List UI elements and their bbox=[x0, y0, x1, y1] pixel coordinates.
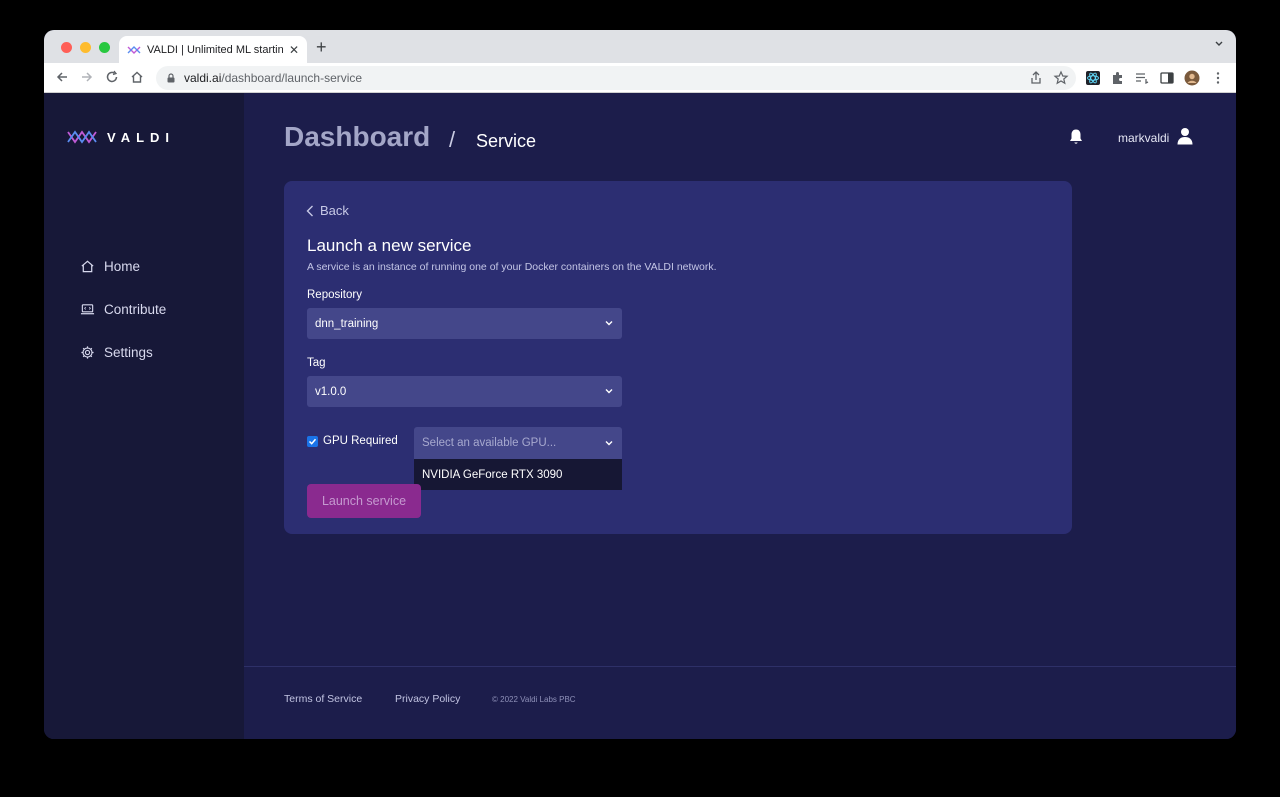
url-host: valdi.ai bbox=[184, 71, 222, 85]
reading-list-icon[interactable] bbox=[1134, 70, 1150, 86]
launch-service-button[interactable]: Launch service bbox=[307, 484, 421, 518]
form-description: A service is an instance of running one … bbox=[307, 261, 717, 273]
launch-service-card: Back Launch a new service A service is a… bbox=[284, 181, 1072, 534]
lock-icon bbox=[167, 73, 175, 83]
bookmark-star-icon[interactable] bbox=[1053, 70, 1069, 86]
home-icon bbox=[81, 260, 94, 273]
sidebar-nav: Home Contribute Settings bbox=[80, 245, 166, 374]
sidebar-item-label: Home bbox=[104, 259, 141, 274]
back-label: Back bbox=[320, 203, 349, 218]
gpu-required-checkbox[interactable]: GPU Required bbox=[307, 435, 398, 447]
back-arrow-icon[interactable] bbox=[55, 70, 69, 84]
browser-menu-icon[interactable] bbox=[1210, 70, 1226, 86]
tag-label: Tag bbox=[307, 357, 326, 369]
profile-avatar[interactable] bbox=[1184, 70, 1200, 86]
react-devtools-icon[interactable] bbox=[1085, 70, 1101, 86]
maximize-window-button[interactable] bbox=[99, 42, 110, 53]
logo-wordmark: VALDI bbox=[107, 129, 176, 145]
checkbox-checked-icon[interactable] bbox=[307, 435, 318, 447]
forward-arrow-icon[interactable] bbox=[80, 70, 94, 84]
close-window-button[interactable] bbox=[61, 42, 72, 53]
page: VALDI Home Contribute Settings Dashboard… bbox=[44, 93, 1236, 739]
valdi-favicon-icon bbox=[127, 45, 141, 54]
laptop-icon bbox=[80, 304, 95, 315]
valdi-logo-icon bbox=[67, 130, 97, 144]
user-icon[interactable] bbox=[1176, 127, 1194, 145]
username[interactable]: markvaldi bbox=[1118, 131, 1169, 145]
chevron-down-icon bbox=[605, 441, 613, 446]
gpu-select[interactable]: Select an available GPU... bbox=[414, 427, 622, 459]
home-browser-icon[interactable] bbox=[130, 70, 144, 84]
page-title[interactable]: Dashboard bbox=[284, 121, 430, 153]
side-panel-icon[interactable] bbox=[1159, 70, 1175, 86]
privacy-policy-link[interactable]: Privacy Policy bbox=[395, 693, 460, 705]
browser-window: VALDI | Unlimited ML starting a ✕ + vald… bbox=[44, 30, 1236, 739]
minimize-window-button[interactable] bbox=[80, 42, 91, 53]
gpu-placeholder: Select an available GPU... bbox=[422, 437, 557, 449]
form-title: Launch a new service bbox=[307, 236, 472, 255]
share-icon[interactable] bbox=[1028, 70, 1044, 86]
sidebar: VALDI Home Contribute Settings bbox=[44, 93, 244, 739]
chevron-left-icon bbox=[306, 205, 313, 216]
footer: Terms of Service Privacy Policy © 2022 V… bbox=[244, 666, 1236, 739]
copyright-text: © 2022 Valdi Labs PBC bbox=[492, 695, 576, 704]
repository-label: Repository bbox=[307, 289, 362, 301]
notification-bell-icon[interactable] bbox=[1068, 128, 1084, 146]
new-tab-button[interactable]: + bbox=[316, 37, 327, 58]
sidebar-item-home[interactable]: Home bbox=[80, 245, 166, 288]
terms-of-service-link[interactable]: Terms of Service bbox=[284, 693, 362, 705]
browser-tab[interactable]: VALDI | Unlimited ML starting a ✕ bbox=[119, 36, 307, 63]
repository-value: dnn_training bbox=[315, 317, 379, 330]
sidebar-item-label: Contribute bbox=[104, 302, 167, 317]
extensions-puzzle-icon[interactable] bbox=[1110, 70, 1126, 86]
back-link[interactable]: Back bbox=[306, 203, 349, 218]
tab-title: VALDI | Unlimited ML starting a bbox=[147, 43, 283, 56]
chevron-down-icon bbox=[605, 321, 613, 326]
chevron-down-icon bbox=[605, 389, 613, 394]
window-controls bbox=[61, 42, 110, 53]
url-path: /dashboard/launch-service bbox=[221, 71, 363, 85]
sidebar-item-contribute[interactable]: Contribute bbox=[80, 288, 166, 331]
valdi-logo[interactable]: VALDI bbox=[67, 129, 175, 145]
tab-search-chevron-icon[interactable] bbox=[1214, 39, 1224, 49]
gpu-option[interactable]: NVIDIA GeForce RTX 3090 bbox=[414, 459, 622, 490]
tag-value: v1.0.0 bbox=[315, 385, 347, 398]
tab-close-icon[interactable]: ✕ bbox=[289, 43, 299, 57]
gpu-required-label: GPU Required bbox=[323, 435, 398, 447]
breadcrumb-separator: / bbox=[449, 127, 456, 152]
tag-select[interactable]: v1.0.0 bbox=[307, 376, 622, 407]
sidebar-item-settings[interactable]: Settings bbox=[80, 331, 166, 374]
address-bar[interactable]: valdi.ai/dashboard/launch-service bbox=[156, 66, 1076, 90]
repository-select[interactable]: dnn_training bbox=[307, 308, 622, 339]
reload-icon[interactable] bbox=[105, 70, 119, 84]
sidebar-item-label: Settings bbox=[104, 345, 153, 360]
breadcrumb-current: Service bbox=[476, 131, 537, 151]
tab-bar: VALDI | Unlimited ML starting a ✕ + bbox=[44, 30, 1236, 63]
gear-icon bbox=[81, 346, 94, 359]
browser-toolbar: valdi.ai/dashboard/launch-service bbox=[44, 63, 1236, 93]
